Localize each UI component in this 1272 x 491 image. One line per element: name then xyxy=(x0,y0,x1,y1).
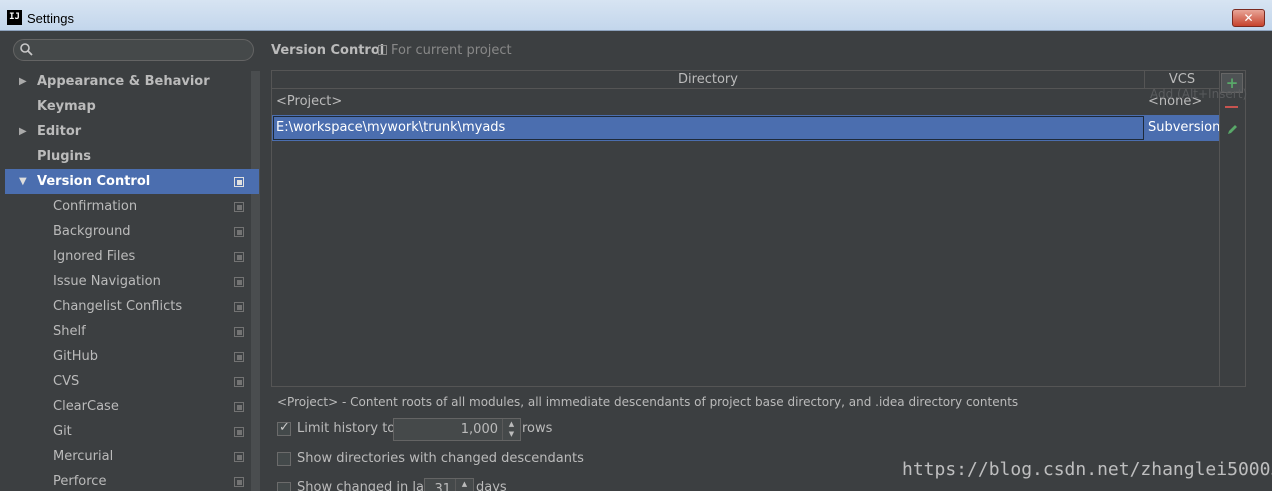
project-scope-icon xyxy=(234,477,244,487)
project-scope-icon xyxy=(234,427,244,437)
collapse-arrow-icon[interactable]: ▼ xyxy=(19,169,27,194)
sidebar-item-label: Plugins xyxy=(37,149,91,164)
sidebar-item-keymap[interactable]: Keymap xyxy=(5,94,259,119)
sidebar-item-shelf[interactable]: Shelf xyxy=(5,319,259,344)
spinner-arrows-icon[interactable]: ▲▼ xyxy=(455,479,473,491)
scope-note: For current project xyxy=(378,43,512,58)
add-tooltip: Add (Alt+Insert) xyxy=(1150,87,1248,101)
directory-cell: E:\workspace\mywork\trunk\myads xyxy=(276,120,506,135)
project-scope-icon xyxy=(378,45,387,55)
sidebar-item-label: Mercurial xyxy=(53,449,114,464)
watermark: https://blog.csdn.net/zhanglei500038 xyxy=(902,459,1272,480)
sidebar-item-label: Perforce xyxy=(53,474,107,489)
sidebar-item-background[interactable]: Background xyxy=(5,219,259,244)
limit-history-label: Limit history to: xyxy=(297,421,400,436)
show-changed-checkbox[interactable] xyxy=(277,482,291,491)
sidebar-item-label: Appearance & Behavior xyxy=(37,74,210,89)
sidebar-item-label: Keymap xyxy=(37,99,96,114)
search-icon xyxy=(20,43,33,56)
show-changed-label: Show changed in last xyxy=(297,480,436,491)
show-changed-value[interactable]: 31 xyxy=(434,482,451,491)
rows-label: rows xyxy=(522,421,553,436)
sidebar-item-ignored-files[interactable]: Ignored Files xyxy=(5,244,259,269)
close-button[interactable]: ✕ xyxy=(1232,9,1265,27)
limit-history-spinner[interactable]: 1,000 ▲ ▼ xyxy=(393,418,521,441)
expand-arrow-icon[interactable]: ▶ xyxy=(19,119,27,144)
sidebar-item-plugins[interactable]: Plugins xyxy=(5,144,259,169)
sidebar-item-label: Issue Navigation xyxy=(53,274,161,289)
sidebar-item-label: Changelist Conflicts xyxy=(53,299,183,314)
remove-mapping-button[interactable] xyxy=(1225,106,1238,108)
sidebar-item-label: Version Control xyxy=(37,174,151,189)
sidebar-item-label: Confirmation xyxy=(53,199,138,214)
project-scope-icon xyxy=(234,202,244,212)
directory-cell: <Project> xyxy=(276,94,343,109)
project-scope-icon xyxy=(234,452,244,462)
sidebar-item-label: Editor xyxy=(37,124,82,139)
spinner-arrows-icon[interactable]: ▲▼ xyxy=(502,419,520,440)
expand-arrow-icon[interactable]: ▶ xyxy=(19,69,27,94)
table-row[interactable]: <Project> <none> xyxy=(272,89,1219,115)
sidebar-item-label: CVS xyxy=(53,374,80,389)
project-scope-icon xyxy=(234,227,244,237)
project-scope-icon xyxy=(234,302,244,312)
sidebar-item-label: Shelf xyxy=(53,324,86,339)
days-label: days xyxy=(476,480,507,491)
sidebar-item-editor[interactable]: ▶ Editor xyxy=(5,119,259,144)
sidebar-item-label: Background xyxy=(53,224,131,239)
limit-history-checkbox[interactable] xyxy=(277,420,291,436)
intellij-icon: IJ xyxy=(7,10,22,25)
sidebar-item-git[interactable]: Git xyxy=(5,419,259,444)
sidebar-item-label: GitHub xyxy=(53,349,99,364)
scope-note-text: For current project xyxy=(391,43,512,58)
sidebar-item-label: Ignored Files xyxy=(53,249,136,264)
project-scope-icon xyxy=(234,377,244,387)
project-scope-icon xyxy=(234,277,244,287)
edit-pencil-icon[interactable] xyxy=(1226,124,1238,136)
table-row[interactable]: E:\workspace\mywork\trunk\myads Subversi… xyxy=(272,115,1221,141)
sidebar-item-github[interactable]: GitHub xyxy=(5,344,259,369)
sidebar-item-version-control[interactable]: ▼ Version Control xyxy=(5,169,259,194)
project-scope-icon xyxy=(234,352,244,362)
show-changed-spinner[interactable]: 31 ▲▼ xyxy=(424,478,474,491)
sidebar-item-label: Git xyxy=(53,424,72,439)
project-scope-icon xyxy=(234,252,244,262)
search-input[interactable] xyxy=(13,39,254,61)
limit-history-value[interactable]: 1,000 xyxy=(461,422,498,437)
show-dirs-label: Show directories with changed descendant… xyxy=(297,451,584,466)
sidebar-item-changelist-conflicts[interactable]: Changelist Conflicts xyxy=(5,294,259,319)
column-header-directory[interactable]: Directory xyxy=(272,71,1145,89)
sidebar-item-clearcase[interactable]: ClearCase xyxy=(5,394,259,419)
vcs-cell: Subversion xyxy=(1148,120,1221,135)
title-bar: IJ Settings ✕ xyxy=(0,0,1272,31)
project-scope-icon xyxy=(234,402,244,412)
sidebar-item-cvs[interactable]: CVS xyxy=(5,369,259,394)
window-title: Settings xyxy=(27,11,74,26)
sidebar-item-mercurial[interactable]: Mercurial xyxy=(5,444,259,469)
sidebar-item-perforce[interactable]: Perforce xyxy=(5,469,259,491)
page-title: Version Control xyxy=(271,43,385,58)
table-toolbar xyxy=(1219,71,1245,386)
project-scope-icon xyxy=(234,327,244,337)
sidebar-item-issue-navigation[interactable]: Issue Navigation xyxy=(5,269,259,294)
sidebar-item-appearance-behavior[interactable]: ▶ Appearance & Behavior xyxy=(5,69,259,94)
sidebar-item-label: ClearCase xyxy=(53,399,119,414)
project-note: <Project> - Content roots of all modules… xyxy=(277,395,1019,409)
show-dirs-checkbox[interactable] xyxy=(277,452,291,466)
project-scope-icon xyxy=(234,177,244,187)
sidebar-item-confirmation[interactable]: Confirmation xyxy=(5,194,259,219)
